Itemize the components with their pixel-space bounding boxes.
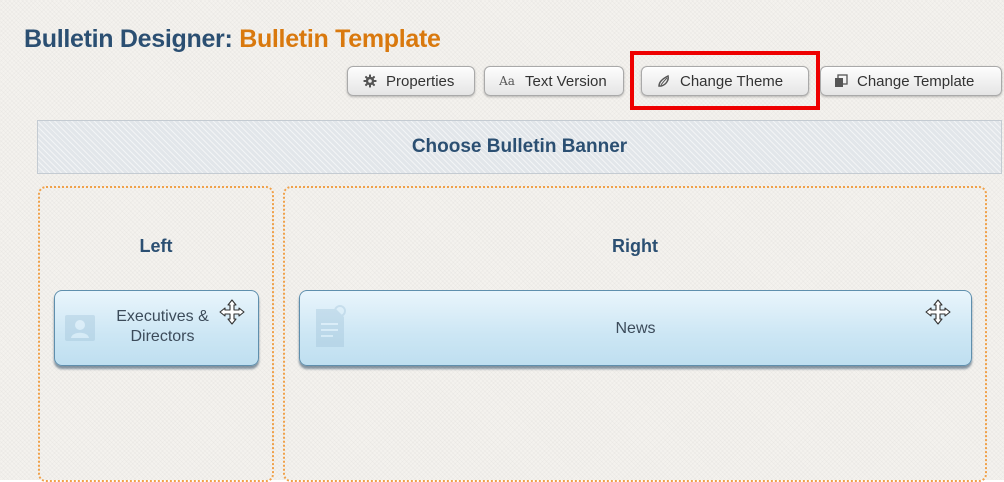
executives-directors-widget[interactable]: Executives & Directors (54, 290, 259, 366)
right-zone: Right News (283, 186, 987, 482)
change-template-label: Change Template (857, 72, 975, 90)
widget-label-line-1: Executives & (116, 308, 209, 325)
executives-directors-label: Executives & Directors (105, 307, 220, 347)
bulletin-designer-page: Bulletin Designer: Bulletin Template Pro… (0, 0, 1004, 482)
text-version-label: Text Version (525, 72, 607, 90)
contact-card-icon (63, 311, 97, 350)
change-theme-highlight-box (630, 51, 820, 110)
right-zone-heading: Right (612, 236, 658, 256)
page-title: Bulletin Designer: Bulletin Template (24, 25, 441, 54)
choose-banner-button[interactable]: Choose Bulletin Banner (37, 120, 1002, 174)
left-zone: Left Executives & Directors (38, 186, 274, 482)
widget-label-line-2: Directors (130, 328, 195, 345)
banner-label: Choose Bulletin Banner (411, 136, 628, 157)
title-prefix: Bulletin Designer: (24, 25, 233, 53)
text-version-button[interactable]: Aa Text Version (484, 66, 624, 96)
left-zone-heading: Left (139, 236, 173, 256)
template-name: Bulletin Template (239, 25, 441, 53)
gear-icon (362, 73, 378, 89)
news-widget[interactable]: News (299, 290, 972, 366)
text-size-icon: Aa (499, 74, 515, 88)
news-label: News (615, 320, 656, 337)
properties-button[interactable]: Properties (347, 66, 475, 96)
change-template-button[interactable]: Change Template (820, 66, 1002, 96)
move-icon[interactable] (219, 299, 245, 325)
properties-label: Properties (386, 72, 455, 90)
move-icon[interactable] (925, 299, 951, 325)
template-icon (833, 73, 849, 89)
